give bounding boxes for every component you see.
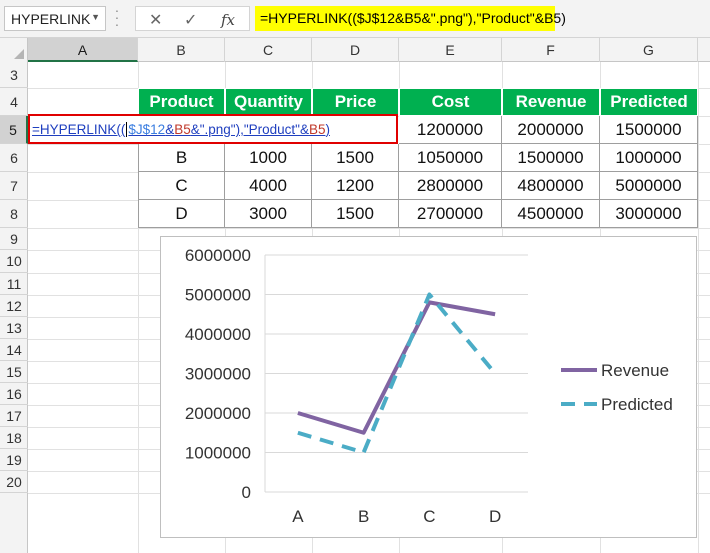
legend-label-predicted: Predicted (601, 395, 673, 414)
drag-handle-icon[interactable]: · · · (113, 3, 121, 31)
formula-part: ) (325, 122, 330, 137)
x-tick-label: C (423, 507, 435, 526)
table-cell[interactable]: B (138, 144, 225, 172)
row-header-13[interactable]: 13 (0, 317, 28, 339)
formula-bar-buttons: ✕ ✓ fx (135, 6, 250, 31)
y-tick-label: 6000000 (185, 246, 251, 265)
line-chart[interactable]: 0 1000000 2000000 3000000 4000000 5000000 6000… (160, 236, 697, 538)
row-header-20[interactable]: 20 (0, 471, 28, 493)
formula-text: =HYPERLINK(($J$12&B5&".png"),"Product"&B… (260, 10, 566, 26)
x-tick-label: D (489, 507, 501, 526)
row-header-3[interactable]: 3 (0, 62, 28, 88)
y-tick-label: 2000000 (185, 404, 251, 423)
table-cell[interactable]: 2700000 (399, 200, 502, 228)
table-cell[interactable]: 2800000 (399, 172, 502, 200)
formula-part: =HYPERLINK(( (32, 122, 126, 137)
table-cell[interactable]: 1500 (312, 200, 399, 228)
y-tick-label: 5000000 (185, 286, 251, 305)
formula-bar: HYPERLINK ▼ · · · ✕ ✓ fx =HYPERLINK(($J$12… (0, 0, 710, 38)
table-cell[interactable]: 1000000 (600, 144, 698, 172)
chart-canvas: 0 1000000 2000000 3000000 4000000 5000000 6000… (185, 246, 673, 526)
table-cell[interactable]: D (138, 200, 225, 228)
table-cell[interactable]: 3000 (225, 200, 312, 228)
name-box-value: HYPERLINK (11, 11, 91, 27)
table-cell[interactable]: 1000 (225, 144, 312, 172)
row-header-11[interactable]: 11 (0, 273, 28, 295)
table-cell[interactable]: 1200 (312, 172, 399, 200)
formula-ref: B5 (308, 122, 326, 137)
header-cell-cost[interactable]: Cost (399, 88, 502, 116)
table-cell[interactable]: 1050000 (399, 144, 502, 172)
row-header-15[interactable]: 15 (0, 361, 28, 383)
row-header-16[interactable]: 16 (0, 383, 28, 405)
cell-formula-text: =HYPERLINK(($J$12&B5&".png"),"Product"&B… (32, 122, 330, 137)
row-header-4[interactable]: 4 (0, 88, 28, 116)
column-headers: A B C D E F G (0, 38, 710, 62)
table-cell[interactable]: 4500000 (502, 200, 600, 228)
row-header-14[interactable]: 14 (0, 339, 28, 361)
formula-part: & (165, 122, 175, 137)
row-header-12[interactable]: 12 (0, 295, 28, 317)
header-cell-price[interactable]: Price (312, 88, 399, 116)
column-header-g[interactable]: G (600, 38, 698, 62)
table-cell[interactable]: 4800000 (502, 172, 600, 200)
formula-part: &".png"),"Product"& (190, 122, 309, 137)
table-cell[interactable]: C (138, 172, 225, 200)
header-cell-product[interactable]: Product (138, 88, 225, 116)
row-header-18[interactable]: 18 (0, 427, 28, 449)
row-header-7[interactable]: 7 (0, 172, 28, 200)
y-tick-label: 1000000 (185, 444, 251, 463)
row-header-9[interactable]: 9 (0, 228, 28, 250)
table-cell[interactable]: 3000000 (600, 200, 698, 228)
select-all-button[interactable] (0, 38, 28, 62)
header-cell-quantity[interactable]: Quantity (225, 88, 312, 116)
y-tick-label: 4000000 (185, 325, 251, 344)
y-tick-label: 0 (242, 483, 251, 502)
row-header-17[interactable]: 17 (0, 405, 28, 427)
row-header-6[interactable]: 6 (0, 144, 28, 172)
select-all-icon (14, 49, 24, 59)
enter-icon[interactable]: ✓ (184, 10, 197, 30)
row-header-5[interactable]: 5 (0, 116, 28, 144)
x-tick-label: B (358, 507, 369, 526)
cancel-icon[interactable]: ✕ (149, 10, 162, 30)
row-header-19[interactable]: 19 (0, 449, 28, 471)
column-header-d[interactable]: D (312, 38, 399, 62)
name-box[interactable]: HYPERLINK ▼ (4, 6, 106, 31)
y-tick-label: 3000000 (185, 365, 251, 384)
header-cell-predicted[interactable]: Predicted (600, 88, 698, 116)
row-header-8[interactable]: 8 (0, 200, 28, 228)
table-cell[interactable]: 4000 (225, 172, 312, 200)
insert-function-icon[interactable]: fx (221, 11, 235, 29)
table-cell[interactable]: 1200000 (399, 116, 502, 144)
gridline (28, 228, 710, 229)
table-cell[interactable]: 1500 (312, 144, 399, 172)
formula-input[interactable]: =HYPERLINK(($J$12&B5&".png"),"Product"&B… (255, 6, 566, 31)
formula-ref: $J$12 (128, 122, 166, 137)
column-header-c[interactable]: C (225, 38, 312, 62)
column-header-b[interactable]: B (138, 38, 225, 62)
row-headers: 3 4 5 6 7 8 9 10 11 12 13 14 15 16 17 18… (0, 62, 28, 553)
table-cell[interactable]: 5000000 (600, 172, 698, 200)
formula-ref: B5 (174, 122, 191, 137)
table-cell[interactable]: 2000000 (502, 116, 600, 144)
gridline (698, 62, 699, 553)
x-tick-label: A (292, 507, 304, 526)
active-cell-editor[interactable]: =HYPERLINK(($J$12&B5&".png"),"Product"&B… (28, 114, 398, 144)
table-cell[interactable]: 1500000 (600, 116, 698, 144)
column-header-e[interactable]: E (399, 38, 502, 62)
table-cell[interactable]: 1500000 (502, 144, 600, 172)
column-header-f[interactable]: F (502, 38, 600, 62)
legend-label-revenue: Revenue (601, 361, 669, 380)
row-header-10[interactable]: 10 (0, 250, 28, 273)
chevron-down-icon[interactable]: ▼ (91, 12, 100, 22)
header-cell-revenue[interactable]: Revenue (502, 88, 600, 116)
column-header-a[interactable]: A (28, 38, 138, 62)
